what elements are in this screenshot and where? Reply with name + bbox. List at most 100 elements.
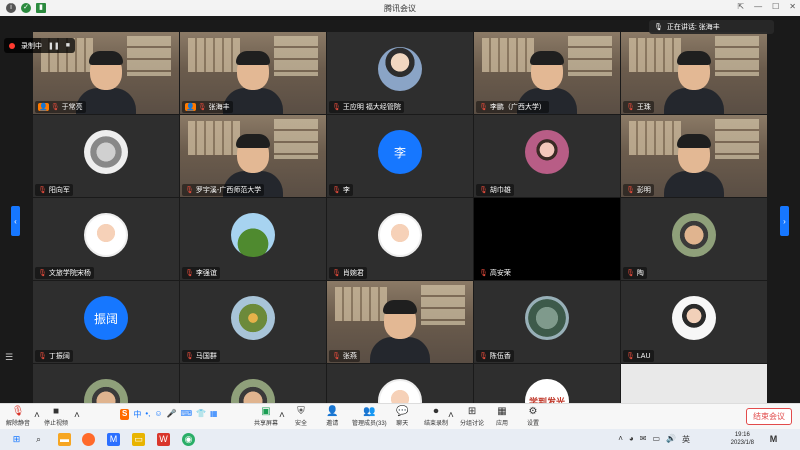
participant-tile[interactable]: 🎙 彭明 <box>621 115 767 197</box>
participant-tile[interactable]: 学到发光 <box>474 364 620 403</box>
wps-icon[interactable]: W <box>157 433 170 446</box>
participant-tile[interactable] <box>33 364 179 403</box>
ime-tray-icon[interactable]: 英 <box>682 434 690 445</box>
mute-button[interactable]: 🎙 解除静音 <box>6 406 30 427</box>
participant-tile[interactable]: 🎙 胡巾雄 <box>474 115 620 197</box>
participant-tile[interactable] <box>180 364 326 403</box>
chevron-up-icon[interactable]: ˄ <box>618 434 623 445</box>
close-icon[interactable]: ✕ <box>789 2 796 11</box>
ime-punct-icon[interactable]: •, <box>145 409 150 420</box>
maximize-icon[interactable]: ☐ <box>772 2 779 11</box>
invite-button[interactable]: 👤 邀请 <box>326 406 338 427</box>
microphone-muted-icon: 🎙 <box>626 353 635 360</box>
volume-icon[interactable]: 🔊 <box>666 434 676 445</box>
firefox-icon[interactable] <box>82 433 95 446</box>
avatar <box>84 379 128 403</box>
tray-app-icon[interactable]: ✉ <box>640 434 647 445</box>
participant-tile[interactable]: 🎙 陈伍香 <box>474 281 620 363</box>
sogou-icon[interactable]: S <box>120 409 130 420</box>
ime-emoji-icon[interactable]: ☺ <box>154 409 162 420</box>
participant-label: 🎙 肖婉君 <box>329 267 367 279</box>
participant-tile[interactable]: 👤 🎙 张海丰 <box>180 32 326 114</box>
ime-skin-icon[interactable]: 👕 <box>196 409 206 420</box>
apps-button[interactable]: ▦ 应用 <box>496 406 508 427</box>
participant-label: 🎙 马国群 <box>182 350 220 362</box>
taskbar-clock[interactable]: 19:16 2023/1/8 <box>731 431 754 447</box>
speaking-mic-icon: 🎙 <box>654 24 663 31</box>
participant-name: 彭明 <box>636 187 651 194</box>
lenovo-icon[interactable]: M <box>767 433 780 446</box>
microphone-muted-icon: 🎙 <box>479 187 488 194</box>
breakout-icon: ⊞ <box>467 406 477 417</box>
participant-name: 陶 <box>636 270 644 277</box>
pin-icon[interactable]: ⇱ <box>737 2 744 11</box>
participant-tile[interactable]: 🎙 阳向军 <box>33 115 179 197</box>
microphone-muted-icon: 🎙 <box>38 270 47 277</box>
qq-icon[interactable]: ◕ <box>629 434 634 445</box>
pause-icon[interactable]: ❚❚ <box>48 42 60 50</box>
audio-options-chevron[interactable]: ˄ <box>34 410 40 422</box>
participant-label: 🎙 胡巾雄 <box>476 184 514 196</box>
microphone-muted-icon: 🎙 <box>185 187 194 194</box>
participant-tile[interactable]: 🎙 马国群 <box>180 281 326 363</box>
wechat-icon[interactable]: ◉ <box>182 433 195 446</box>
ime-keyboard-icon[interactable]: ⌨ <box>181 409 193 420</box>
search-icon[interactable]: ⌕ <box>32 433 45 446</box>
minimize-icon[interactable]: — <box>754 2 762 11</box>
gear-icon: ⚙ <box>528 406 538 417</box>
settings-button[interactable]: ⚙ 设置 <box>527 406 539 427</box>
participant-tile[interactable]: 🎙 罗宇溪-广西师范大学 <box>180 115 326 197</box>
network-icon[interactable]: ▭ <box>652 434 660 445</box>
participant-tile[interactable]: 李 🎙 李 <box>327 115 473 197</box>
manage-members-button[interactable]: 👥 管理成员(33) <box>352 406 387 427</box>
chevron-up-icon: ˄ <box>34 410 40 421</box>
host-icon: 👤 <box>38 103 49 111</box>
participant-tile[interactable]: 🎙 王应明 福大经管院 <box>327 32 473 114</box>
meeting-area: 👤 🎙 于常亮 👤 🎙 张海丰 🎙 王应明 福大经管院 🎙 李鹏（广西大学） 🎙 王珠 🎙 阳向军 🎙 罗宇溪… <box>0 16 800 403</box>
participant-tile[interactable]: 🎙 李鹏（广西大学） <box>474 32 620 114</box>
security-button[interactable]: ⛨ 安全 <box>295 406 307 427</box>
participant-tile[interactable]: 🎙 肖婉君 <box>327 198 473 280</box>
participant-tile[interactable]: 🎙 王珠 <box>621 32 767 114</box>
participant-tile[interactable]: 🎙 张燕 <box>327 281 473 363</box>
microphone-muted-icon: 🎙 <box>479 270 488 277</box>
page-next-button[interactable]: › <box>780 206 789 236</box>
participant-tile[interactable]: 🎙 李强谊 <box>180 198 326 280</box>
participant-tile[interactable]: 🎙 文旅学院宋杨 <box>33 198 179 280</box>
ime-voice-icon[interactable]: 🎤 <box>167 409 177 420</box>
end-meeting-button[interactable]: 结束会议 <box>746 408 792 425</box>
participant-tile[interactable]: 振阔 🎙 丁振阔 <box>33 281 179 363</box>
recording-badge: 录制中 ❚❚ ■ <box>4 38 75 53</box>
participant-tile[interactable]: 🎙 陶 <box>621 198 767 280</box>
participant-tile[interactable] <box>621 364 767 403</box>
avatar <box>84 213 128 257</box>
microphone-muted-icon: 🎙 <box>332 104 341 111</box>
record-options-chevron[interactable]: ˄ <box>448 410 454 422</box>
chat-button[interactable]: 💬 聊天 <box>396 406 408 427</box>
participant-list-icon[interactable]: ☰ <box>5 352 13 363</box>
tencent-meeting-icon[interactable]: M <box>107 433 120 446</box>
ime-tools-icon[interactable]: ▦ <box>210 409 218 420</box>
ime-chinese-icon[interactable]: 中 <box>133 409 141 420</box>
share-screen-icon: ▣ <box>261 406 271 417</box>
participant-tile[interactable]: 🎙 高安荣 <box>474 198 620 280</box>
video-options-chevron[interactable]: ˄ <box>74 410 80 422</box>
video-button[interactable]: ■ 停止视频 <box>44 406 68 427</box>
windows-start-icon[interactable]: ⊞ <box>10 433 23 446</box>
avatar: 振阔 <box>84 296 128 340</box>
stop-recording-button[interactable]: ⏺ 结束录制 <box>424 406 448 427</box>
breakout-button[interactable]: ⊞ 分组讨论 <box>460 406 484 427</box>
share-options-chevron[interactable]: ˄ <box>279 410 285 422</box>
stop-icon[interactable]: ■ <box>66 42 70 49</box>
share-screen-button[interactable]: ▣ 共享屏幕 <box>254 406 278 427</box>
participant-tile[interactable] <box>327 364 473 403</box>
title-bar: i ✓ ▮ 腾讯会议 ⇱ — ☐ ✕ <box>0 0 800 16</box>
participant-tile[interactable]: 🎙 LAU <box>621 281 767 363</box>
chat-icon: 💬 <box>396 406 409 417</box>
microphone-muted-icon: 🎙 <box>479 104 488 111</box>
participant-label: 🎙 李强谊 <box>182 267 220 279</box>
folder-icon[interactable]: ▭ <box>132 433 145 446</box>
page-prev-button[interactable]: ‹ <box>11 206 20 236</box>
avatar <box>378 379 422 403</box>
file-explorer-icon[interactable]: ▬ <box>58 433 71 446</box>
